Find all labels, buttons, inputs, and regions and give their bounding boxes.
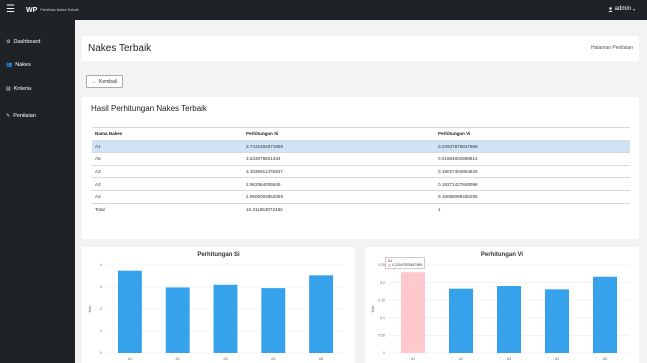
dashboard-icon: ⚙ — [6, 39, 11, 45]
x-tick-label: A5 — [319, 357, 323, 361]
table-row[interactable]: A4 2.9505093853369 0.18088098450295 — [92, 189, 630, 204]
cell-name: A2 — [92, 177, 243, 191]
chart-tooltip: A1 0.22947875847969 — [385, 257, 426, 269]
x-tick-label: A3 — [507, 357, 511, 361]
chart-card-vi: Perhitungan Vi 0 0.05 0.1 0.15 0.2 0.25 Nilai A… — [365, 247, 639, 363]
cell-si: 2.9505093853369 — [243, 189, 435, 204]
cell-si: 16.311653072482 — [243, 202, 435, 216]
y-tick-label: 0 — [100, 351, 102, 355]
y-tick-label: 0.15 — [378, 298, 385, 302]
list-icon: ▤ — [6, 86, 11, 92]
bar-a2[interactable] — [449, 288, 473, 353]
table-row[interactable]: A1 3.7431684871956 0.22947875847969 — [92, 139, 630, 153]
bar-a3[interactable] — [497, 286, 521, 353]
x-tick-label: A1 — [128, 357, 132, 361]
bar-a4[interactable] — [261, 288, 286, 353]
sidebar-item-label: Nakes — [15, 62, 31, 68]
menu-icon[interactable]: ☰ — [6, 5, 15, 15]
tooltip-value: 0.22947875847969 — [392, 263, 423, 267]
chevron-down-icon: ▾ — [632, 6, 635, 12]
bar-a1[interactable] — [117, 270, 142, 353]
table-header-row: Nama Nakes Perhitungan Si Perhitungan Vi — [92, 127, 630, 141]
bar-a1[interactable] — [401, 272, 425, 353]
chart-si: 0 1 2 3 4 Nilai A1 A2 A3 A4 A5 — [88, 263, 345, 361]
cell-vi: 0.21664802998814 — [435, 152, 630, 166]
cell-si: 3.533078621434 — [243, 152, 435, 166]
x-tick-label: A4 — [271, 357, 275, 361]
x-tick-label: A3 — [223, 357, 227, 361]
users-icon: 👥 — [6, 62, 13, 68]
cell-si: 3.1036911478307 — [243, 164, 435, 178]
top-navbar: ☰ WP Pemilihan Nakes Terbaik admin ▾ — [0, 0, 647, 20]
user-icon — [608, 6, 613, 12]
y-tick-label: 0 — [383, 351, 385, 355]
chart-card-si: Perhitungan Si 0 1 2 3 4 Nilai A1 A2 A3 A4 A5 — [82, 247, 355, 363]
cell-name: A4 — [92, 189, 243, 204]
cell-name: A5 — [92, 152, 243, 166]
column-header-si: Perhitungan Si — [243, 127, 435, 141]
arrow-left-icon: ← — [92, 78, 97, 85]
bar-a3[interactable] — [213, 284, 238, 353]
x-tick-label: A4 — [555, 357, 559, 361]
user-menu[interactable]: admin ▾ — [608, 6, 635, 12]
cell-vi: 0.22947875847969 — [435, 139, 630, 153]
cell-si: 3.7431684871956 — [243, 139, 435, 153]
page-title: Nakes Terbaik — [88, 43, 152, 54]
breadcrumb: Halaman Penilaian — [591, 45, 633, 51]
x-tick-label: A5 — [603, 357, 607, 361]
y-tick-label: 3 — [100, 285, 102, 289]
y-tick-label: 2 — [100, 307, 102, 311]
bar-a4[interactable] — [545, 289, 569, 353]
sidebar-item-label: Kriteria — [13, 86, 32, 92]
sidebar-item-label: Penilaian — [13, 113, 36, 119]
y-axis-label: Nilai — [371, 305, 375, 312]
brand-logo[interactable]: WP — [26, 7, 37, 14]
tooltip-swatch — [388, 263, 391, 267]
back-button[interactable]: ← Kembali — [86, 75, 124, 88]
y-tick-label: 1 — [100, 329, 102, 333]
results-card: Hasil Perhitungan Nakes Terbaik Nama Nak… — [82, 97, 639, 239]
cell-name: A1 — [92, 139, 243, 153]
y-tick-label: 0.2 — [380, 281, 385, 285]
cell-vi: 0.19027494854826 — [435, 164, 630, 178]
results-table: Nama Nakes Perhitungan Si Perhitungan Vi… — [92, 127, 630, 216]
back-button-label: Kembali — [99, 78, 118, 85]
cell-name: Total — [92, 202, 243, 216]
y-tick-label: 4 — [100, 263, 102, 267]
bar-a5[interactable] — [593, 276, 617, 353]
sidebar-item-penilaian[interactable]: ✎ Penilaian — [6, 113, 36, 119]
column-header-vi: Perhitungan Vi — [435, 127, 630, 141]
page-header: Nakes Terbaik Halaman Penilaian — [82, 36, 639, 61]
cell-vi: 1 — [435, 202, 630, 216]
y-tick-label: 0.1 — [380, 316, 385, 320]
results-title: Hasil Perhitungan Nakes Terbaik — [91, 104, 207, 113]
x-tick-label: A2 — [176, 357, 180, 361]
sidebar: ⚙ Dashboard 👥 Nakes ▤ Kriteria ✎ Penilai… — [0, 20, 75, 363]
cell-vi: 0.18088098450295 — [435, 189, 630, 204]
table-row[interactable]: A2 2.983364006849 0.18271427848096 — [92, 177, 630, 191]
y-tick-label: 0.05 — [378, 334, 385, 338]
cell-si: 2.983364006849 — [243, 177, 435, 191]
table-row[interactable]: A3 3.1036911478307 0.19027494854826 — [92, 164, 630, 178]
x-tick-label: A2 — [459, 357, 463, 361]
x-tick-label: A1 — [411, 357, 415, 361]
bar-a2[interactable] — [165, 287, 190, 353]
cell-vi: 0.18271427848096 — [435, 177, 630, 191]
column-header-name: Nama Nakes — [92, 127, 243, 141]
table-row[interactable]: A5 3.533078621434 0.21664802998814 — [92, 152, 630, 166]
bar-a5[interactable] — [309, 275, 334, 353]
sidebar-item-dashboard[interactable]: ⚙ Dashboard — [6, 39, 40, 45]
sidebar-item-nakes[interactable]: 👥 Nakes — [6, 62, 31, 68]
edit-icon: ✎ — [6, 113, 11, 119]
y-axis-label: Nilai — [88, 305, 92, 312]
brand-subtitle: Pemilihan Nakes Terbaik — [40, 8, 79, 12]
cell-name: A3 — [92, 164, 243, 178]
sidebar-item-kriteria[interactable]: ▤ Kriteria — [6, 86, 31, 92]
user-name: admin — [614, 6, 631, 12]
table-row-total[interactable]: Total 16.311653072482 1 — [92, 202, 630, 216]
sidebar-item-label: Dashboard — [13, 39, 41, 45]
